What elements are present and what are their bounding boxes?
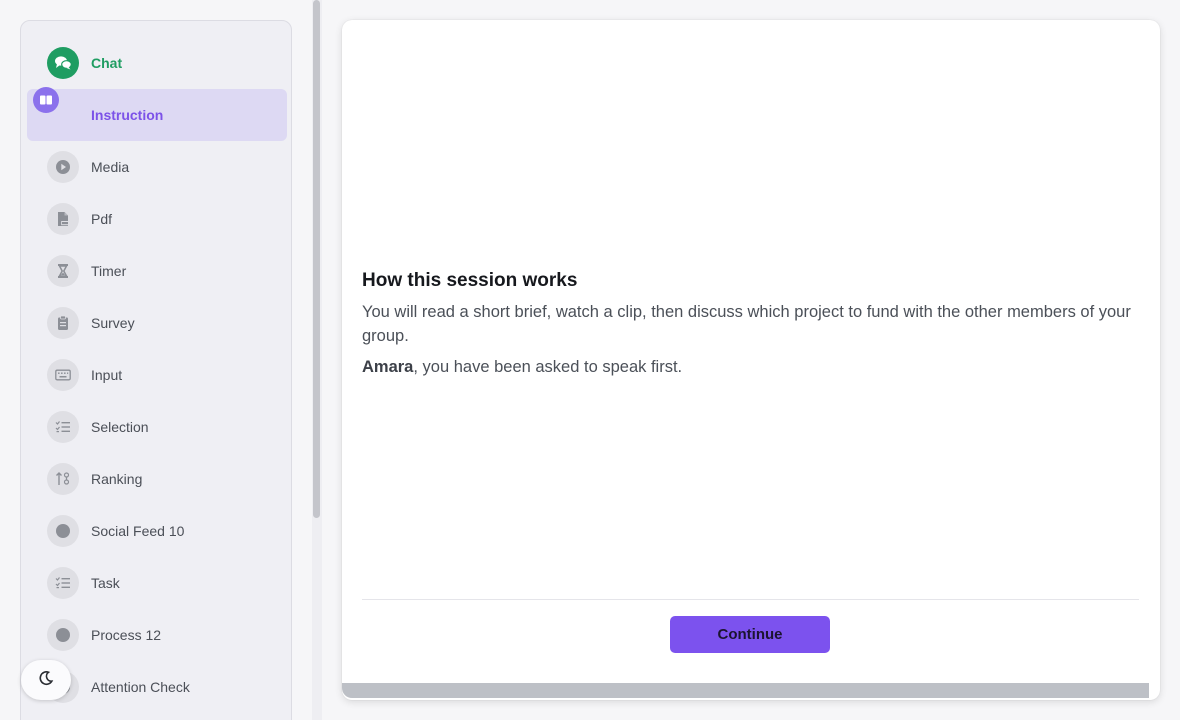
- sidebar-item-instruction[interactable]: Instruction: [27, 87, 287, 141]
- moon-icon: [38, 670, 54, 691]
- horizontal-scrollbar[interactable]: [342, 683, 1149, 698]
- sidebar-item-label: Process 12: [91, 627, 162, 643]
- sidebar-item-label: Timer: [91, 263, 127, 279]
- keyboard-icon: [47, 359, 79, 391]
- sidebar-item-task[interactable]: Task: [27, 557, 287, 609]
- sidebar-item-survey[interactable]: Survey: [27, 297, 287, 349]
- sidebar-item-label: Selection: [91, 419, 149, 435]
- dot-icon: [47, 515, 79, 547]
- sidebar-item-media[interactable]: Media: [27, 141, 287, 193]
- sidebar-item-label: Pdf: [91, 211, 113, 227]
- sidebar-item-input[interactable]: Input: [27, 349, 287, 401]
- continue-button[interactable]: Continue: [670, 616, 830, 653]
- sidebar-item-label: Social Feed 10: [91, 523, 185, 539]
- sidebar-item-label: Media: [91, 159, 130, 175]
- theme-toggle-button[interactable]: [21, 660, 71, 700]
- sidebar-item-label: Attention Check: [91, 679, 190, 695]
- pdf-file-icon: [47, 203, 79, 235]
- checklist-icon: [47, 567, 79, 599]
- clipboard-icon: [47, 307, 79, 339]
- sidebar-item-process[interactable]: Process 12: [27, 609, 287, 661]
- sidebar-item-selection[interactable]: Selection: [27, 401, 287, 453]
- checklist-icon: [47, 411, 79, 443]
- hourglass-icon: [47, 255, 79, 287]
- sidebar-item-timer[interactable]: Timer: [27, 245, 287, 297]
- stage-sidebar: Chat Instruction Media Pdf Timer Survey …: [20, 20, 292, 720]
- sidebar-item-label: Instruction: [91, 107, 164, 123]
- instruction-card: How this session works You will read a s…: [342, 20, 1160, 700]
- sidebar-scrollbar-thumb[interactable]: [313, 0, 320, 518]
- instruction-text: You will read a short brief, watch a cli…: [362, 300, 1142, 379]
- sidebar-item-pdf[interactable]: Pdf: [27, 193, 287, 245]
- instruction-paragraph: You will read a short brief, watch a cli…: [362, 303, 1131, 345]
- play-icon: [47, 151, 79, 183]
- sidebar-item-chat[interactable]: Chat: [27, 37, 287, 89]
- dot-icon: [47, 619, 79, 651]
- chat-bubbles-icon: [47, 47, 79, 79]
- sidebar-item-label: Task: [91, 575, 120, 591]
- sort-icon: [47, 463, 79, 495]
- sidebar-item-label: Input: [91, 367, 123, 383]
- sidebar-item-label: Ranking: [91, 471, 143, 487]
- sidebar-item-ranking[interactable]: Ranking: [27, 453, 287, 505]
- speaker-line-text: , you have been asked to speak first.: [413, 358, 683, 376]
- book-icon: [33, 87, 59, 113]
- divider: [362, 599, 1139, 600]
- speaker-line: Amara, you have been asked to speak firs…: [362, 355, 1142, 379]
- sidebar-item-label: Survey: [91, 315, 135, 331]
- participant-name: Amara: [362, 358, 414, 376]
- page-title: How this session works: [362, 270, 578, 291]
- sidebar-item-social-feed[interactable]: Social Feed 10: [27, 505, 287, 557]
- sidebar-item-label: Chat: [91, 55, 123, 71]
